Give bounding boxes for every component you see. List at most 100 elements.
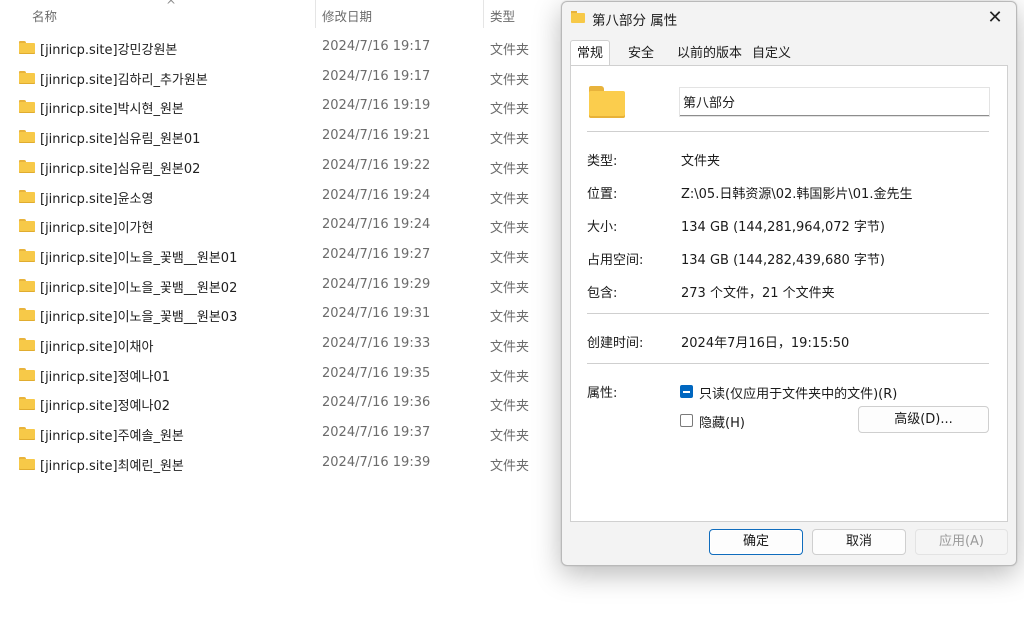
folder-icon <box>571 11 585 23</box>
file-modified-date: 2024/7/16 19:39 <box>322 454 431 470</box>
file-row[interactable]: [jinricp.site]김하리_추가원본 2024/7/16 19:17 文件夹 <box>0 62 560 92</box>
file-modified-date: 2024/7/16 19:24 <box>322 217 431 233</box>
type-label: 类型: <box>587 154 618 169</box>
file-row[interactable]: [jinricp.site]이채아 2024/7/16 19:33 文件夹 <box>0 329 560 359</box>
file-modified-date: 2024/7/16 19:27 <box>322 246 431 262</box>
file-modified-date: 2024/7/16 19:22 <box>322 157 431 173</box>
file-type: 文件夹 <box>490 310 530 326</box>
file-type: 文件夹 <box>490 458 530 474</box>
file-row[interactable]: [jinricp.site]정예나01 2024/7/16 19:35 文件夹 <box>0 359 560 389</box>
file-row[interactable]: [jinricp.site]강민강원본 2024/7/16 19:17 文件夹 <box>0 32 560 62</box>
file-type: 文件夹 <box>490 250 530 266</box>
size-label: 大小: <box>587 220 618 235</box>
file-row[interactable]: [jinricp.site]이노을_꽃뱀__원본01 2024/7/16 19:2… <box>0 240 560 270</box>
column-header-name[interactable]: 名称 <box>32 6 57 25</box>
tab-customize[interactable]: 自定义 <box>746 43 797 65</box>
file-name: [jinricp.site]이노을_꽃뱀__원본03 <box>40 310 238 326</box>
file-type: 文件夹 <box>490 340 530 355</box>
tab-security[interactable]: 安全 <box>622 43 660 65</box>
cancel-button[interactable]: 取消 <box>812 529 906 555</box>
file-type: 文件夹 <box>490 399 530 415</box>
folder-icon <box>19 41 35 54</box>
file-modified-date: 2024/7/16 19:36 <box>322 395 431 411</box>
apply-button[interactable]: 应用(A) <box>915 529 1008 555</box>
contains-value: 273 个文件，21 个文件夹 <box>681 286 835 301</box>
tab-strip: 常规 安全 以前的版本 自定义 <box>570 40 1008 67</box>
file-modified-date: 2024/7/16 19:19 <box>322 98 431 114</box>
file-row[interactable]: [jinricp.site]최예린_원본 2024/7/16 19:39 文件夹 <box>0 448 560 478</box>
file-row[interactable]: [jinricp.site]이노을_꽃뱀__원본02 2024/7/16 19:2… <box>0 270 560 300</box>
file-modified-date: 2024/7/16 19:37 <box>322 425 431 441</box>
advanced-button[interactable]: 高级(D)... <box>858 406 989 433</box>
file-modified-date: 2024/7/16 19:24 <box>322 187 431 203</box>
file-type: 文件夹 <box>490 191 530 207</box>
file-row[interactable]: [jinricp.site]심유림_원본02 2024/7/16 19:22 文件夹 <box>0 151 560 181</box>
folder-name-input[interactable] <box>680 88 989 116</box>
file-type: 文件夹 <box>490 43 530 58</box>
column-header-type[interactable]: 类型 <box>490 6 515 25</box>
file-row[interactable]: [jinricp.site]윤소영 2024/7/16 19:24 文件夹 <box>0 181 560 211</box>
close-icon: ✕ <box>987 7 1003 28</box>
created-label: 创建时间: <box>587 336 644 351</box>
divider <box>587 131 989 132</box>
column-header-bar: 名称 ^ 修改日期 类型 <box>0 0 560 28</box>
file-name: [jinricp.site]박시현_원본 <box>40 102 184 118</box>
file-row[interactable]: [jinricp.site]이노을_꽃뱀__원본03 2024/7/16 19:3… <box>0 299 560 329</box>
file-name: [jinricp.site]이노을_꽃뱀__원본02 <box>40 280 238 296</box>
file-name: [jinricp.site]주예솔_원본 <box>40 429 184 445</box>
location-label: 位置: <box>587 187 618 202</box>
file-row[interactable]: [jinricp.site]주예솔_원본 2024/7/16 19:37 文件夹 <box>0 418 560 448</box>
hidden-checkbox[interactable] <box>680 414 693 427</box>
folder-icon <box>19 338 35 351</box>
dialog-title-bar[interactable]: 第八部分 属性 ✕ <box>562 2 1016 34</box>
readonly-checkbox[interactable] <box>680 385 693 398</box>
folder-icon <box>19 278 35 292</box>
file-explorer-list: 名称 ^ 修改日期 类型 [jinricp.site]강민강원본 2024/7/1… <box>0 0 560 627</box>
folder-icon <box>19 130 35 144</box>
hidden-label[interactable]: 隐藏(H) <box>699 412 745 431</box>
file-name: [jinricp.site]정예나01 <box>40 369 170 385</box>
column-divider[interactable] <box>483 0 484 28</box>
folder-icon <box>19 159 35 173</box>
file-type: 文件夹 <box>490 280 530 296</box>
file-modified-date: 2024/7/16 19:17 <box>322 68 431 84</box>
type-value: 文件夹 <box>681 154 721 169</box>
file-name: [jinricp.site]김하리_추가원본 <box>40 72 208 88</box>
file-modified-date: 2024/7/16 19:33 <box>322 336 431 351</box>
ok-button[interactable]: 确定 <box>709 529 803 555</box>
disk-size-value: 134 GB (144,282,439,680 字节) <box>681 253 885 268</box>
file-row[interactable]: [jinricp.site]박시현_원본 2024/7/16 19:19 文件夹 <box>0 91 560 121</box>
file-modified-date: 2024/7/16 19:31 <box>322 306 431 322</box>
created-value: 2024年7月16日，19:15:50 <box>681 336 850 351</box>
folder-large-icon <box>589 86 625 118</box>
file-type: 文件夹 <box>490 369 530 385</box>
column-divider[interactable] <box>315 0 316 28</box>
disk-size-label: 占用空间: <box>587 253 644 268</box>
file-name: [jinricp.site]정예나02 <box>40 399 170 415</box>
folder-icon <box>19 189 35 203</box>
contains-label: 包含: <box>587 286 618 301</box>
file-name: [jinricp.site]심유림_원본01 <box>40 132 201 148</box>
folder-icon <box>19 100 35 114</box>
file-modified-date: 2024/7/16 19:17 <box>322 39 431 54</box>
file-row[interactable]: [jinricp.site]이가현 2024/7/16 19:24 文件夹 <box>0 210 560 240</box>
file-type: 文件夹 <box>490 221 530 237</box>
close-button[interactable]: ✕ <box>982 6 1008 30</box>
folder-icon <box>19 308 35 322</box>
folder-icon <box>19 219 35 233</box>
tab-previous-versions[interactable]: 以前的版本 <box>671 43 748 65</box>
file-name: [jinricp.site]윤소영 <box>40 191 154 207</box>
file-modified-date: 2024/7/16 19:21 <box>322 128 431 144</box>
file-name: [jinricp.site]최예린_원본 <box>40 458 184 474</box>
readonly-label[interactable]: 只读(仅应用于文件夹中的文件)(R) <box>699 383 897 402</box>
file-name: [jinricp.site]심유림_원본02 <box>40 161 201 177</box>
sort-ascending-icon: ^ <box>166 0 177 12</box>
tab-general[interactable]: 常规 <box>570 40 611 67</box>
file-type: 文件夹 <box>490 72 530 88</box>
file-row[interactable]: [jinricp.site]정예나02 2024/7/16 19:36 文件夹 <box>0 388 560 418</box>
file-type: 文件夹 <box>490 161 530 177</box>
file-row[interactable]: [jinricp.site]심유림_원본01 2024/7/16 19:21 文件夹 <box>0 121 560 151</box>
file-type: 文件夹 <box>490 132 530 148</box>
folder-icon <box>19 427 35 441</box>
column-header-date[interactable]: 修改日期 <box>322 6 372 25</box>
